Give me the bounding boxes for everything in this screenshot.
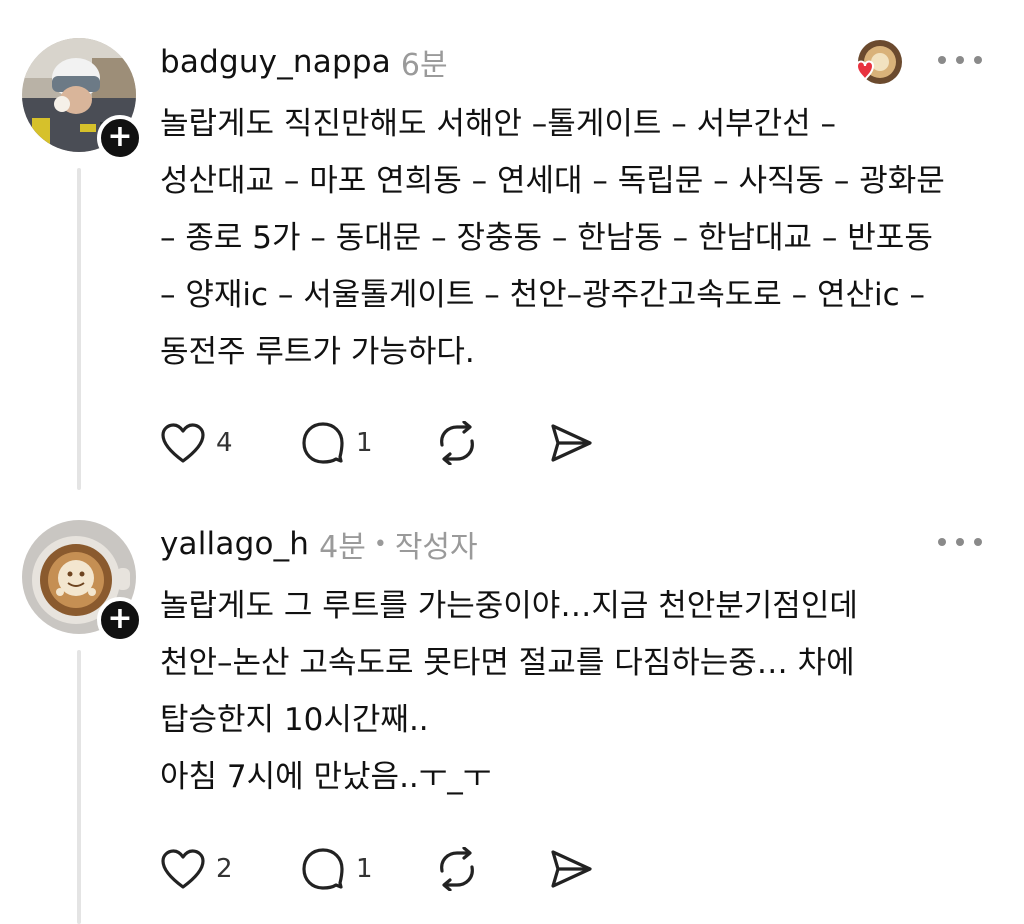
more-dot — [938, 538, 946, 546]
plus-icon: + — [107, 601, 133, 636]
timestamp: 6분 — [400, 48, 448, 83]
timestamp: 4분 — [319, 530, 366, 565]
thread-line — [77, 168, 81, 490]
post-header: yallago_h 4분 • 작성자 — [160, 522, 478, 566]
more-dot — [974, 56, 982, 64]
post-header: badguy_nappa 6분 — [160, 40, 448, 84]
author-tag: 작성자 — [394, 530, 478, 565]
like-count: 2 — [216, 854, 233, 884]
reply-button[interactable]: 1 — [300, 421, 434, 465]
action-bar: 4 1 — [160, 418, 608, 468]
post-text: 놀랍게도 그 루트를 가는중이야…지금 천안분기점인데 천안–논산 고속도로 못… — [160, 588, 858, 795]
reply-count: 1 — [356, 428, 373, 458]
more-dot — [974, 538, 982, 546]
comment-icon — [302, 422, 344, 464]
send-icon — [551, 424, 592, 462]
username[interactable]: yallago_h — [160, 526, 309, 562]
reply-count: 1 — [356, 854, 373, 884]
separator-dot: • — [373, 531, 387, 557]
liker-avatar[interactable] — [840, 38, 906, 94]
like-count: 4 — [216, 428, 233, 458]
more-dot — [956, 538, 964, 546]
repost-button[interactable] — [434, 421, 548, 465]
username[interactable]: badguy_nappa — [160, 44, 391, 80]
reply-button[interactable]: 1 — [300, 847, 434, 891]
heart-icon — [161, 849, 205, 889]
more-dot — [956, 56, 964, 64]
repost-icon — [440, 421, 474, 465]
like-button[interactable]: 2 — [160, 848, 300, 890]
more-dot — [938, 56, 946, 64]
post-text: 놀랍게도 직진만해도 서해안 –톨게이트 – 서부간선 – 성산대교 – 마포 … — [160, 106, 945, 370]
share-button[interactable] — [548, 848, 608, 890]
post-2: + yallago_h 4분 • 작성자 놀랍게도 그 루트를 가는중이야…지금… — [0, 500, 1024, 924]
share-button[interactable] — [548, 422, 608, 464]
send-icon — [551, 850, 592, 888]
plus-icon: + — [107, 119, 133, 154]
repost-button[interactable] — [434, 847, 548, 891]
follow-button[interactable]: + — [97, 597, 143, 643]
like-button[interactable]: 4 — [160, 422, 300, 464]
follow-button[interactable]: + — [97, 115, 143, 161]
action-bar: 2 1 — [160, 844, 608, 894]
post-1: + badguy_nappa 6분 놀랍게도 직진만해도 서해안 –톨게이트 –… — [0, 0, 1024, 500]
heart-icon — [161, 423, 205, 463]
thread-line — [77, 650, 81, 924]
more-icon[interactable] — [938, 532, 982, 552]
comment-icon — [302, 848, 344, 890]
repost-icon — [440, 847, 474, 891]
more-icon[interactable] — [938, 50, 982, 70]
